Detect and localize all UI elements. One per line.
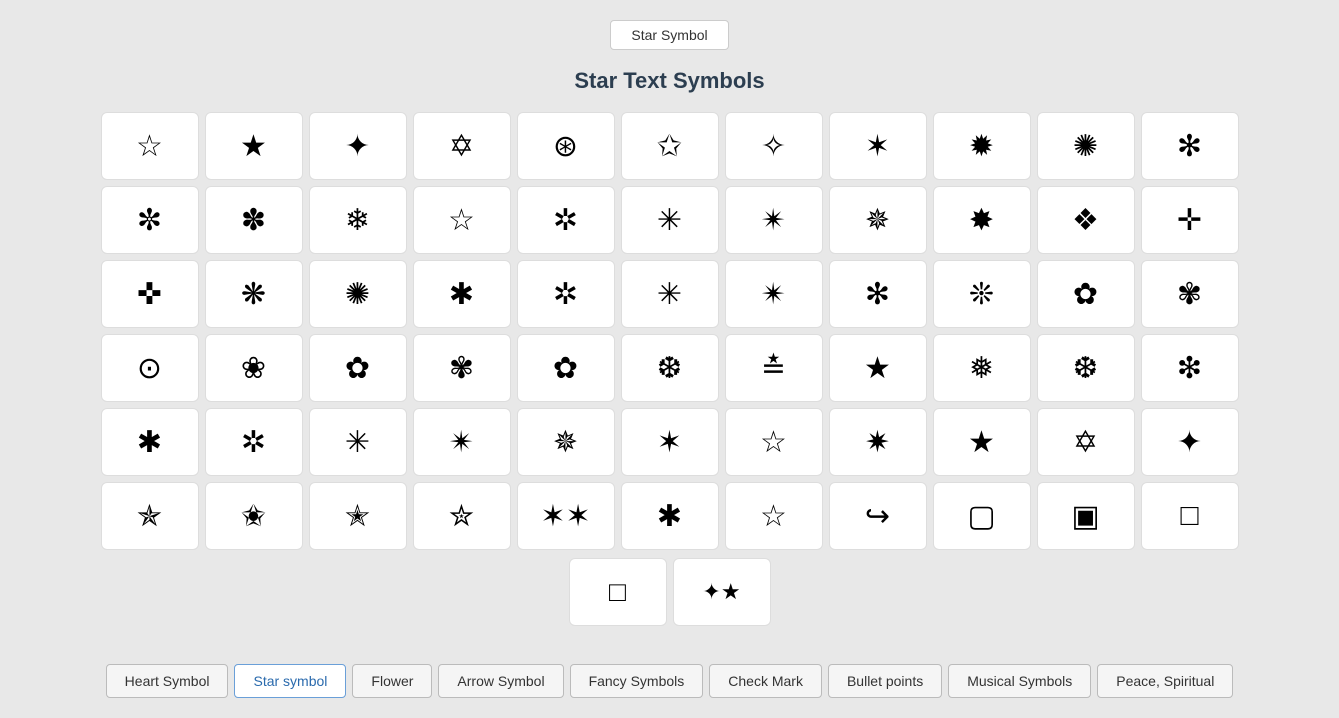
nav-star-symbol[interactable]: Star symbol (234, 664, 346, 698)
symbol-cell[interactable]: ❅ (933, 334, 1031, 402)
symbol-cell[interactable]: ✩ (621, 112, 719, 180)
symbol-cell[interactable]: ≛ (725, 334, 823, 402)
symbol-cell[interactable]: ❆ (1037, 334, 1135, 402)
symbol-cell[interactable]: ☆ (725, 408, 823, 476)
symbol-cell[interactable]: ✾ (413, 334, 511, 402)
symbol-cell[interactable]: ✳ (621, 260, 719, 328)
nav-heart-symbol[interactable]: Heart Symbol (106, 664, 229, 698)
symbol-cell[interactable]: ❊ (933, 260, 1031, 328)
symbol-cell[interactable]: ✲ (205, 408, 303, 476)
nav-peace-spiritual[interactable]: Peace, Spiritual (1097, 664, 1233, 698)
symbol-cell[interactable]: ✳ (309, 408, 407, 476)
nav-bullet-points[interactable]: Bullet points (828, 664, 942, 698)
symbol-cell[interactable]: ✺ (309, 260, 407, 328)
symbols-grid: ☆ ★ ✦ ✡ ⊛ ✩ ✧ ✶ ✹ ✺ ✻ ✼ ✽ ❄ ☆ ✲ ✳ ✴ ✵ ✸ … (101, 112, 1239, 550)
symbol-cell[interactable]: ☆ (725, 482, 823, 550)
symbol-cell[interactable]: ✶ (829, 112, 927, 180)
symbol-cell[interactable]: ✿ (309, 334, 407, 402)
page-title: Star Text Symbols (574, 68, 764, 94)
symbol-cell[interactable]: ❆ (621, 334, 719, 402)
symbol-cell[interactable]: □ (1141, 482, 1239, 550)
symbol-cell[interactable]: ⊙ (101, 334, 199, 402)
symbol-cell[interactable]: ✦ (309, 112, 407, 180)
extra-row: □ ✦★ (569, 558, 771, 626)
symbol-cell[interactable]: ✯ (101, 482, 199, 550)
symbol-cell[interactable]: ✮ (413, 482, 511, 550)
symbol-cell[interactable]: ✲ (517, 186, 615, 254)
symbol-cell[interactable]: ✭ (309, 482, 407, 550)
symbol-cell[interactable]: ❀ (205, 334, 303, 402)
symbol-cell[interactable]: ✱ (101, 408, 199, 476)
symbol-cell[interactable]: ✴ (725, 260, 823, 328)
symbol-cell[interactable]: ✶✶ (517, 482, 615, 550)
symbol-cell[interactable]: ✿ (517, 334, 615, 402)
nav-fancy-symbols[interactable]: Fancy Symbols (570, 664, 704, 698)
symbol-cell[interactable]: ❖ (1037, 186, 1135, 254)
symbol-cell[interactable]: ✿ (1037, 260, 1135, 328)
symbol-cell[interactable]: ✱ (413, 260, 511, 328)
symbol-cell[interactable]: ✹ (933, 112, 1031, 180)
symbol-cell[interactable]: ✻ (829, 260, 927, 328)
symbol-cell[interactable]: ✵ (517, 408, 615, 476)
symbol-cell[interactable]: ✲ (517, 260, 615, 328)
symbol-cell[interactable]: ✡ (1037, 408, 1135, 476)
symbol-cell[interactable]: ✼ (101, 186, 199, 254)
symbol-cell[interactable]: ★ (829, 334, 927, 402)
star-symbol-button[interactable]: Star Symbol (610, 20, 728, 50)
symbol-cell[interactable]: ✜ (101, 260, 199, 328)
bottom-nav: Heart Symbol Star symbol Flower Arrow Sy… (86, 654, 1254, 708)
symbol-cell[interactable]: ✱ (621, 482, 719, 550)
symbol-cell[interactable]: ✶ (621, 408, 719, 476)
symbol-cell[interactable]: ✬ (205, 482, 303, 550)
nav-musical-symbols[interactable]: Musical Symbols (948, 664, 1091, 698)
symbol-cell[interactable]: ⊛ (517, 112, 615, 180)
symbol-cell[interactable]: ✷ (829, 408, 927, 476)
symbol-cell[interactable]: ✴ (413, 408, 511, 476)
symbol-cell[interactable]: ✛ (1141, 186, 1239, 254)
symbol-cell[interactable]: ✺ (1037, 112, 1135, 180)
extra-symbol-cell[interactable]: □ (569, 558, 667, 626)
symbol-cell[interactable]: ❇ (1141, 334, 1239, 402)
symbol-cell[interactable]: ✸ (933, 186, 1031, 254)
symbol-cell[interactable]: ✧ (725, 112, 823, 180)
symbol-cell[interactable]: ★ (205, 112, 303, 180)
symbol-cell[interactable]: ✳ (621, 186, 719, 254)
symbol-cell[interactable]: ✾ (1141, 260, 1239, 328)
symbol-cell[interactable]: ✵ (829, 186, 927, 254)
symbol-cell[interactable]: ✡ (413, 112, 511, 180)
nav-flower[interactable]: Flower (352, 664, 432, 698)
nav-check-mark[interactable]: Check Mark (709, 664, 822, 698)
symbol-cell[interactable]: ❄ (309, 186, 407, 254)
symbol-cell[interactable]: ❋ (205, 260, 303, 328)
symbol-cell[interactable]: ☆ (413, 186, 511, 254)
symbol-cell[interactable]: ✻ (1141, 112, 1239, 180)
symbol-cell[interactable]: ↪ (829, 482, 927, 550)
symbol-cell[interactable]: ★ (933, 408, 1031, 476)
symbol-cell[interactable]: ✴ (725, 186, 823, 254)
symbol-cell[interactable]: ✦ (1141, 408, 1239, 476)
extra-symbol-cell[interactable]: ✦★ (673, 558, 771, 626)
symbol-cell[interactable]: ✽ (205, 186, 303, 254)
symbol-cell[interactable]: ▣ (1037, 482, 1135, 550)
symbol-cell[interactable]: ☆ (101, 112, 199, 180)
symbol-cell[interactable]: ▢ (933, 482, 1031, 550)
nav-arrow-symbol[interactable]: Arrow Symbol (438, 664, 563, 698)
